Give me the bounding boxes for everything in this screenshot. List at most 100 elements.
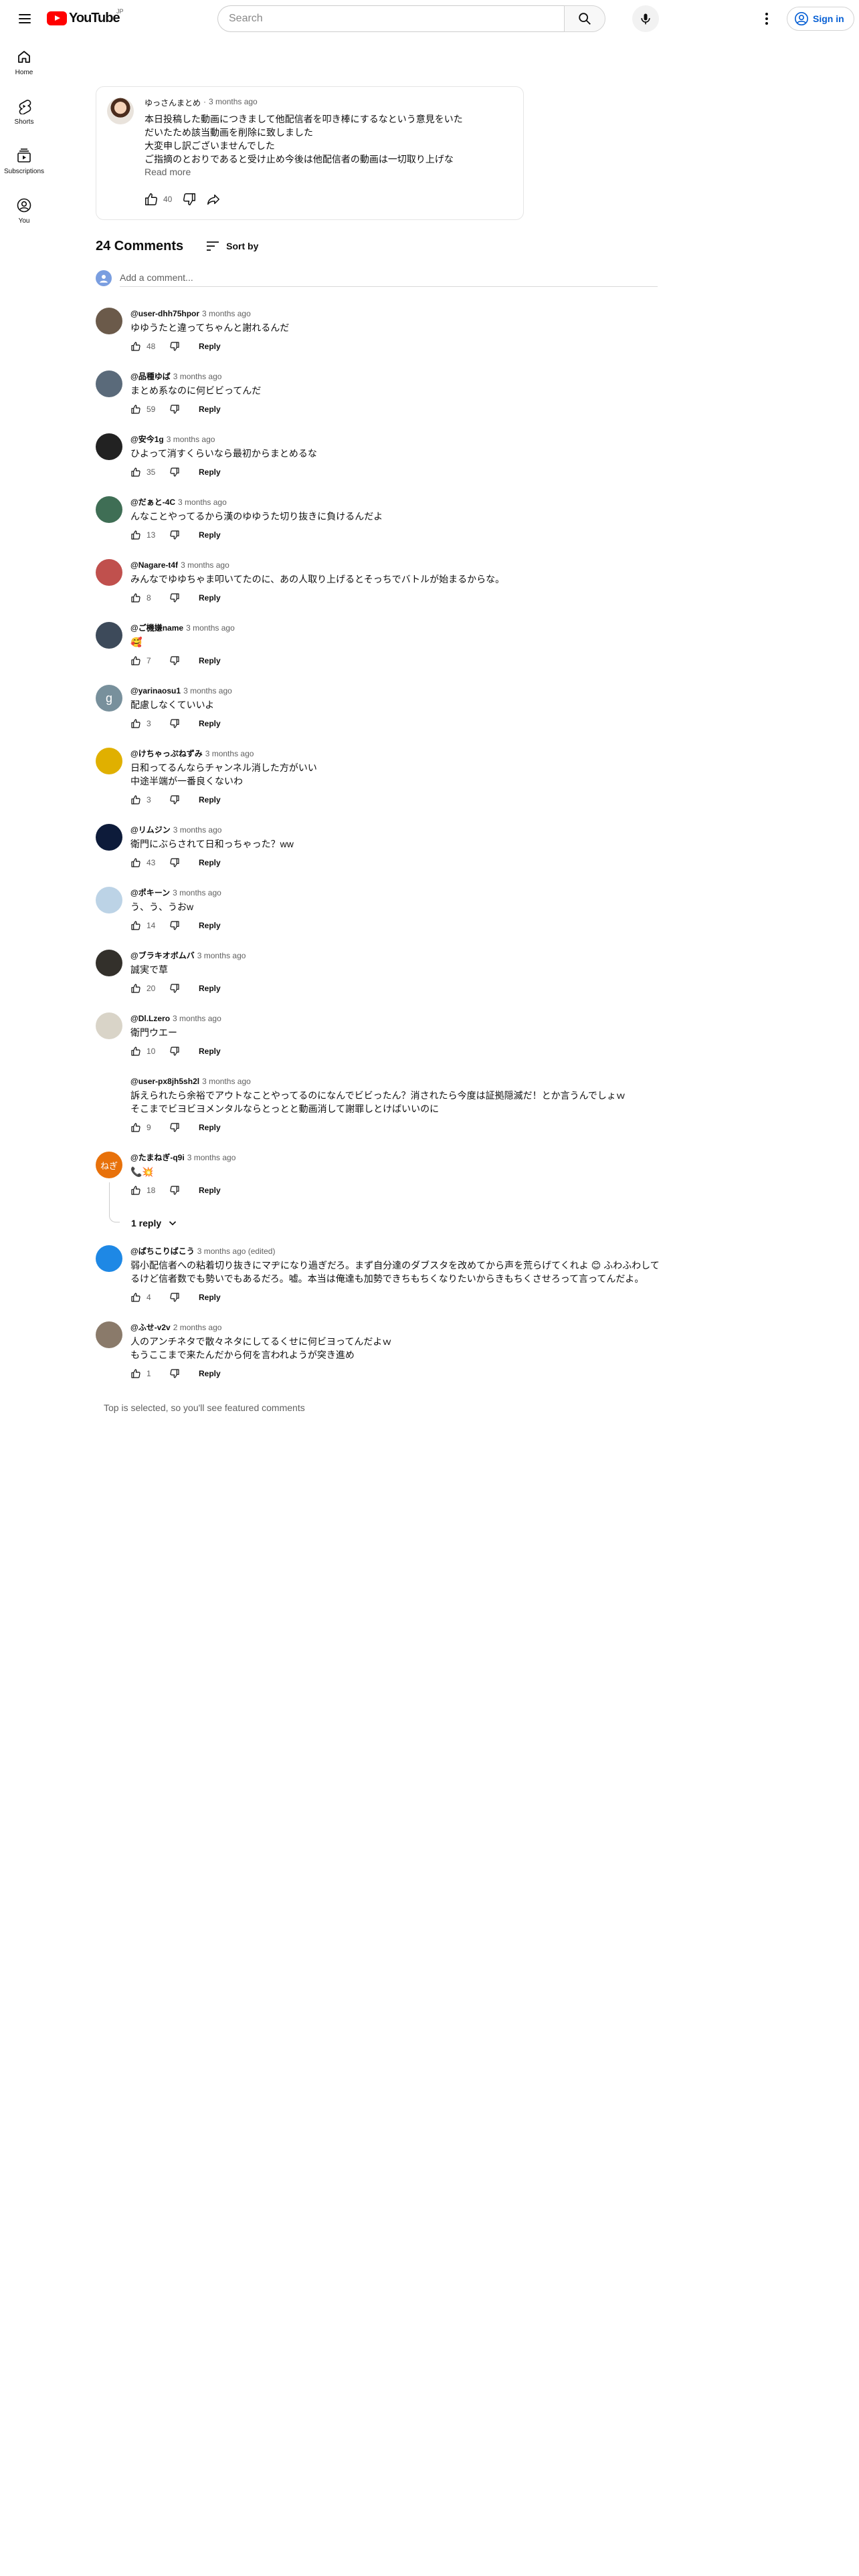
comment-dislike-button[interactable] [164,1363,185,1384]
comment-author[interactable]: @ふせ-v2v [130,1323,171,1332]
avatar[interactable] [96,1321,122,1348]
sidebar-item-home[interactable]: Home [0,37,48,87]
comment-dislike-button[interactable] [164,713,185,734]
comment-reply-button[interactable]: Reply [193,1047,226,1056]
comment-time[interactable]: 3 months ago [173,1014,221,1023]
comment-dislike-button[interactable] [164,399,185,420]
comment-time[interactable]: 3 months ago [186,623,235,633]
comment-time[interactable]: 3 months ago [181,560,229,570]
comment-dislike-button[interactable] [164,1041,185,1062]
comment-reply-button[interactable]: Reply [193,1369,226,1378]
comment-time[interactable]: 3 months ago [167,435,215,444]
comment-dislike-button[interactable] [164,789,185,811]
comment-dislike-button[interactable] [164,650,185,671]
comment-dislike-button[interactable] [164,461,185,483]
sidebar-item-subscriptions[interactable]: Subscriptions [0,136,48,186]
comment-like-button[interactable] [125,915,147,936]
comment-like-button[interactable] [125,1180,147,1201]
comment-author[interactable]: @user-dhh75hpor [130,309,199,318]
comment-like-button[interactable] [125,1363,147,1384]
avatar[interactable] [96,370,122,397]
comment-like-button[interactable] [125,789,147,811]
comment-dislike-button[interactable] [164,587,185,609]
sort-by-button[interactable]: Sort by [205,238,258,254]
search-input[interactable]: Search [217,5,565,32]
comment-reply-button[interactable]: Reply [193,405,226,414]
comment-author[interactable]: @Dl.Lzero [130,1014,170,1023]
comment-reply-button[interactable]: Reply [193,656,226,665]
comment-reply-button[interactable]: Reply [193,593,226,603]
avatar[interactable]: ねぎ [96,1152,122,1178]
comment-like-button[interactable] [125,1117,147,1138]
avatar[interactable]: g [96,685,122,712]
comment-reply-button[interactable]: Reply [193,984,226,993]
comment-like-button[interactable] [125,852,147,873]
comment-author[interactable]: @ご機嫌name [130,623,183,633]
comment-time[interactable]: 3 months ago [173,825,222,835]
avatar[interactable] [96,824,122,851]
avatar[interactable] [96,887,122,914]
comment-time[interactable]: 3 months ago [202,309,251,318]
youtube-logo[interactable]: YouTube JP [47,8,124,26]
post-like-button[interactable] [139,187,163,211]
avatar[interactable] [96,622,122,649]
comment-like-button[interactable] [125,336,147,357]
comment-author[interactable]: @リムジン [130,825,171,835]
comment-author[interactable]: @安今1g [130,435,164,444]
comment-reply-button[interactable]: Reply [193,342,226,351]
comment-like-button[interactable] [125,650,147,671]
comment-reply-button[interactable]: Reply [193,858,226,867]
comment-time[interactable]: 3 months ago [173,372,222,381]
post-share-button[interactable] [201,187,225,211]
avatar[interactable] [96,748,122,774]
voice-search-button[interactable] [632,5,659,32]
comment-time[interactable]: 3 months ago [197,951,246,960]
comment-time[interactable]: 3 months ago [187,1153,236,1162]
comment-reply-button[interactable]: Reply [193,1123,226,1132]
avatar[interactable] [96,1075,122,1102]
view-replies-button[interactable]: 1 reply [131,1217,179,1229]
comment-dislike-button[interactable] [164,978,185,999]
comment-reply-button[interactable]: Reply [193,795,226,804]
comment-reply-button[interactable]: Reply [193,1186,226,1195]
avatar[interactable] [96,1245,122,1272]
comment-dislike-button[interactable] [164,1287,185,1308]
comment-dislike-button[interactable] [164,852,185,873]
comment-dislike-button[interactable] [164,524,185,546]
avatar[interactable] [96,1012,122,1039]
sidebar-item-you[interactable]: You [0,186,48,235]
comment-reply-button[interactable]: Reply [193,467,226,477]
menu-button[interactable] [13,7,36,30]
comment-author[interactable]: @ぱちこりばこう [130,1247,195,1256]
add-comment-placeholder[interactable]: Add a comment... [120,272,193,283]
comment-author[interactable]: @yarinaosu1 [130,686,181,695]
comment-dislike-button[interactable] [164,1180,185,1201]
sign-in-button[interactable]: Sign in [787,7,854,31]
comment-reply-button[interactable]: Reply [193,1293,226,1302]
comment-author[interactable]: @ブラキオボムバ [130,951,195,960]
avatar[interactable] [96,496,122,523]
comment-author[interactable]: @だぁと-4C [130,498,175,507]
comment-like-button[interactable] [125,524,147,546]
post-time[interactable]: 3 months ago [209,97,258,108]
comment-like-button[interactable] [125,1041,147,1062]
avatar[interactable] [96,950,122,976]
comment-time[interactable]: 2 months ago [173,1323,222,1332]
comment-author[interactable]: @たまねぎ-q9i [130,1153,185,1162]
comment-reply-button[interactable]: Reply [193,719,226,728]
comment-dislike-button[interactable] [164,915,185,936]
comment-like-button[interactable] [125,587,147,609]
comment-author[interactable]: @ポキーン [130,888,170,897]
avatar[interactable] [96,308,122,334]
comment-dislike-button[interactable] [164,336,185,357]
comment-author[interactable]: @けちゃっぷねずみ [130,749,203,758]
add-comment-box[interactable]: Add a comment... [96,270,658,297]
comment-time[interactable]: 3 months ago [205,749,254,758]
post-author[interactable]: ゆっさんまとめ [145,97,201,108]
comment-like-button[interactable] [125,399,147,420]
channel-avatar[interactable] [107,98,134,124]
sidebar-item-shorts[interactable]: Shorts [0,87,48,136]
avatar[interactable] [96,433,122,460]
comment-dislike-button[interactable] [164,1117,185,1138]
avatar[interactable] [96,559,122,586]
